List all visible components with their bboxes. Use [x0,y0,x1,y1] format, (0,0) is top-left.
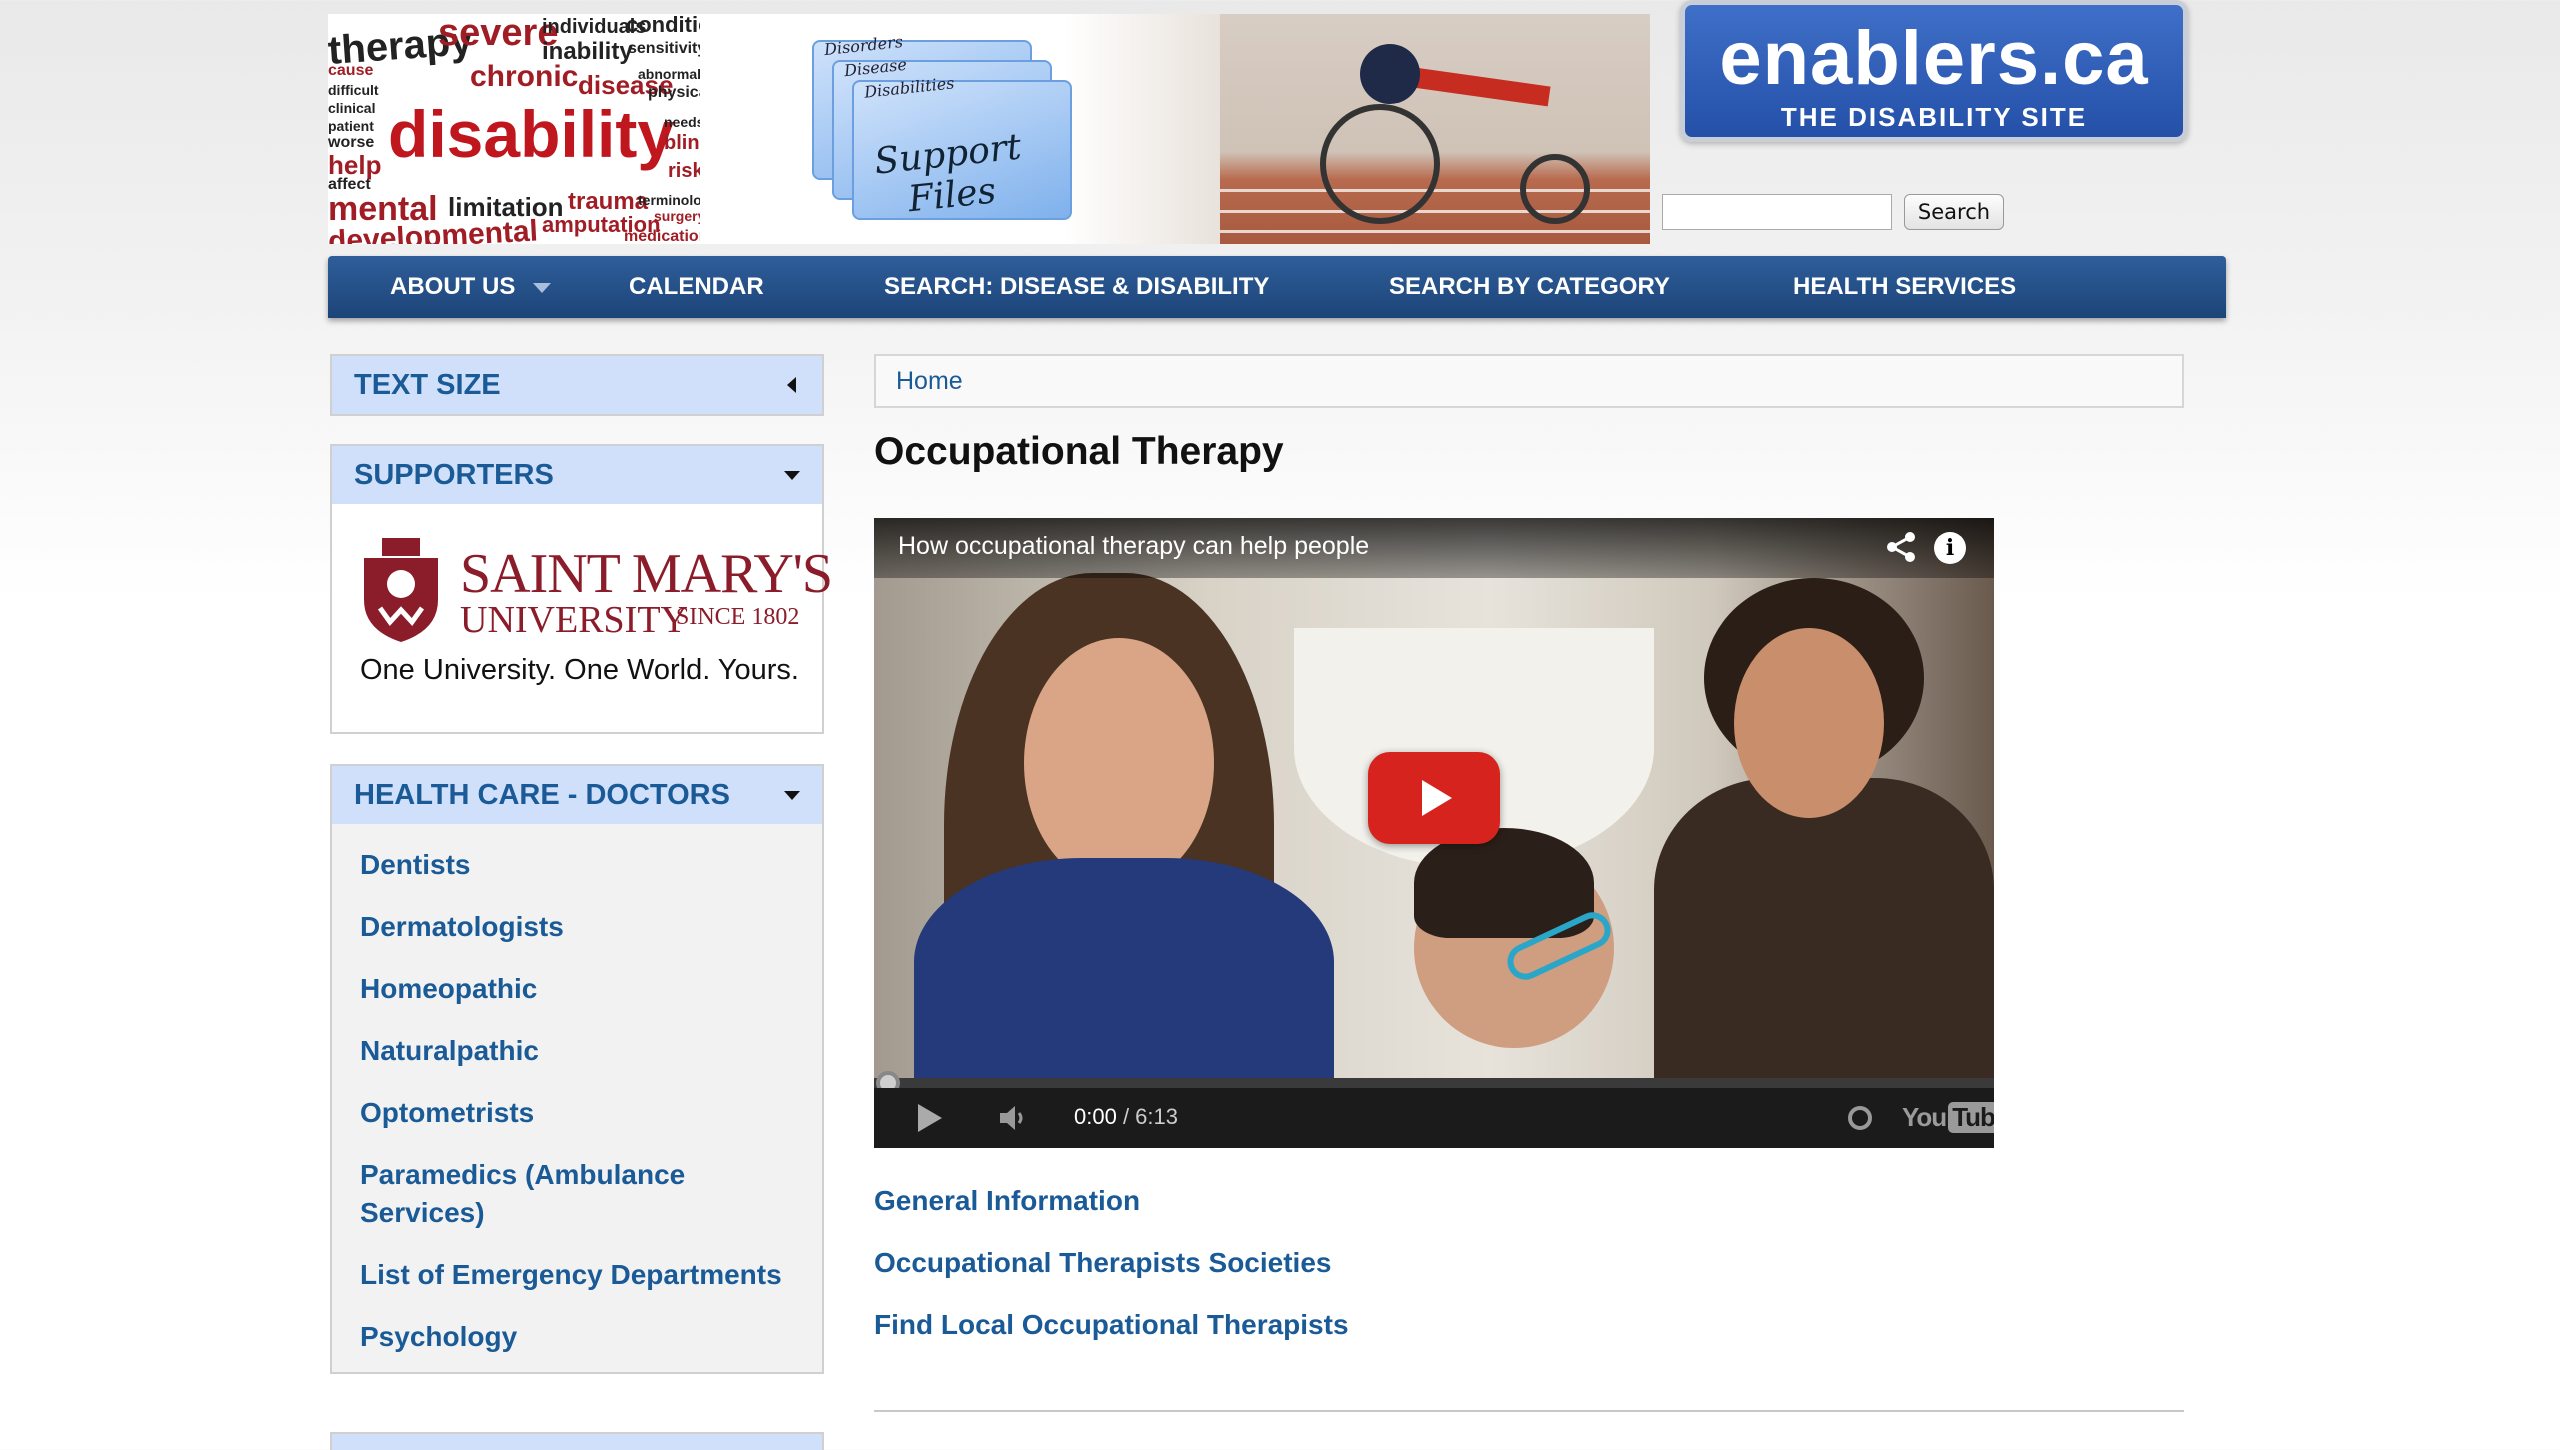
supporters-title: SUPPORTERS [354,458,554,491]
banner-word: risk [668,160,700,182]
link-ot-societies[interactable]: Occupational Therapists Societies [874,1244,1349,1282]
banner-word-cloud: therapy severe individuals conditions in… [328,14,700,244]
banner-word: chronic [470,60,579,93]
youtube-logo-you: You [1902,1102,1947,1132]
banner-word: terminology [638,192,700,208]
caret-down-icon [784,790,800,800]
banner-word: medication [624,228,700,244]
nav-item-health-services[interactable]: HEALTH SERVICES [1793,256,2016,318]
banner-word: cause [328,62,374,79]
banner-word: conditions [626,14,700,37]
volume-icon[interactable] [998,1104,1028,1132]
sidebar-link-dermatologists[interactable]: Dermatologists [360,908,822,946]
sidebar-link-optometrists[interactable]: Optometrists [360,1094,822,1132]
sidebar-link-emergency-departments[interactable]: List of Emergency Departments [360,1256,822,1294]
sidebar-link-dentists[interactable]: Dentists [360,846,822,884]
university-name-line2: UNIVERSITY [460,599,688,641]
text-size-title: TEXT SIZE [354,368,501,401]
video-player[interactable]: How occupational therapy can help people… [874,518,1994,1148]
sidebar-link-paramedics[interactable]: Paramedics (Ambulance Services) [360,1156,720,1232]
banner-word: clinical [328,100,376,116]
video-time: 0:00 / 6:13 [1074,1104,1178,1130]
banner-word: disability [388,97,675,171]
supporters-block: SUPPORTERS SAINT MARY'S UNIVERSITY SINCE… [330,444,833,734]
banner-word: surgery [654,208,700,224]
video-duration: / 6:13 [1122,1104,1178,1129]
share-icon[interactable] [1884,530,1918,564]
link-find-local-ot[interactable]: Find Local Occupational Therapists [874,1306,1349,1344]
page-title: Occupational Therapy [874,430,1284,473]
info-icon[interactable]: i [1934,532,1966,564]
university-tagline: One University. One World. Yours. [360,654,799,686]
sidebar-link-psychology[interactable]: Psychology [360,1318,822,1356]
supporters-header[interactable]: SUPPORTERS [332,446,822,504]
nav-item-calendar[interactable]: CALENDAR [629,256,764,318]
health-care-title: HEALTH CARE - DOCTORS [354,778,730,811]
logo-subtitle: THE DISABILITY SITE [1780,102,2088,132]
site-logo[interactable]: enablers.ca THE DISABILITY SITE [1680,0,2188,142]
video-title-bar: How occupational therapy can help people… [874,518,1994,578]
sidebar-next-block [330,1432,824,1450]
health-care-header[interactable]: HEALTH CARE - DOCTORS [332,766,822,824]
video-title[interactable]: How occupational therapy can help people [898,532,1369,561]
breadcrumb: Home [874,354,2184,408]
banner-word: abnormality [638,66,700,82]
text-size-block: TEXT SIZE [330,354,824,416]
university-since: SINCE 1802 [676,604,800,630]
wheel-icon [1520,154,1590,224]
nav-item-search-category[interactable]: SEARCH BY CATEGORY [1389,256,1670,318]
wheel-icon [1320,104,1440,224]
health-care-block: HEALTH CARE - DOCTORS Dentists Dermatolo… [330,764,824,1374]
saint-marys-logo[interactable]: SAINT MARY'S UNIVERSITY SINCE 1802 One U… [332,504,833,732]
caret-down-icon [784,470,800,480]
search-input[interactable] [1662,194,1892,230]
clock-icon[interactable] [1848,1106,1872,1130]
logo-title: enablers.ca [1719,16,2149,101]
nav-item-about-us[interactable]: ABOUT US [390,256,552,318]
breadcrumb-home-link[interactable]: Home [896,367,963,395]
banner-word: sensitivity [628,40,700,57]
video-current-time: 0:00 [1074,1104,1117,1129]
youtube-logo-tube: Tube [1948,1102,1994,1133]
university-crest-icon [364,538,438,642]
caret-down-icon [533,282,552,293]
play-icon[interactable] [1368,752,1500,844]
video-progress-bar[interactable] [874,1071,1994,1095]
text-size-header[interactable]: TEXT SIZE [332,356,822,414]
youtube-logo[interactable]: YouTube [1902,1102,1994,1133]
banner-word: worse [328,134,375,151]
nav-item-search-disease[interactable]: SEARCH: DISEASE & DISABILITY [884,256,1269,318]
control-play-icon[interactable] [918,1104,942,1132]
link-general-information[interactable]: General Information [874,1182,1349,1220]
health-care-list: Dentists Dermatologists Homeopathic Natu… [332,824,822,1372]
sidebar-link-naturalpathic[interactable]: Naturalpathic [360,1032,822,1070]
banner-word: blind [664,132,700,154]
header-banner: therapy severe individuals conditions in… [328,14,1650,244]
sidebar-link-homeopathic[interactable]: Homeopathic [360,970,822,1008]
university-name: SAINT MARY'S [460,543,833,605]
banner-word: affect [328,176,371,193]
banner-word: severe [438,14,559,54]
topic-links: General Information Occupational Therapi… [874,1182,1349,1368]
nav-item-label: ABOUT US [390,273,516,300]
banner-word: patient [328,118,374,134]
search-button[interactable]: Search [1904,194,2004,230]
caret-left-icon [787,377,796,393]
wheelchair-racer-image [1220,14,1650,244]
banner-word: needs [664,114,700,130]
video-controls: 0:00 / 6:13 YouTube [874,1088,1994,1148]
main-nav: ABOUT US CALENDAR SEARCH: DISEASE & DISA… [328,256,2226,318]
banner-word: difficult [328,82,379,98]
content-divider [874,1410,2184,1412]
